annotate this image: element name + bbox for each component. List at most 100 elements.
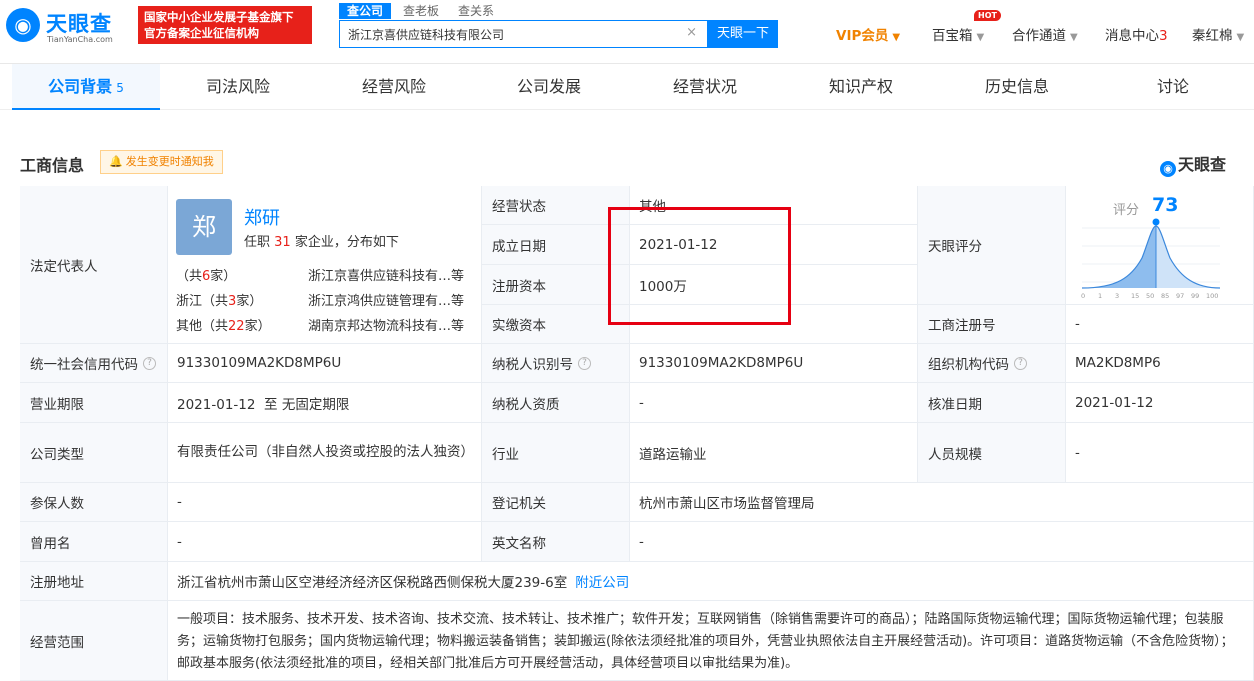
distribution-row[interactable]: 浙江（共3家） bbox=[176, 290, 262, 309]
business-scope-value: 一般项目：技术服务、技术开发、技术咨询、技术交流、技术转让、技术推广；软件开发；… bbox=[168, 601, 1254, 681]
org-code-value[interactable]: MA2KD8MP6 bbox=[1066, 344, 1254, 383]
tab-business-risk[interactable]: 经营风险 bbox=[326, 64, 462, 110]
former-name-value: - bbox=[168, 522, 482, 562]
distribution-company[interactable]: 浙江京鸿供应链管理有…等 bbox=[308, 290, 464, 309]
tick-label: 85 bbox=[1161, 292, 1169, 300]
count-suffix: 家） bbox=[236, 294, 263, 309]
highlight-annotation-box bbox=[608, 207, 791, 325]
tab-operation-status[interactable]: 经营状况 bbox=[637, 64, 773, 110]
fund-line-1: 国家中小企业发展子基金旗下 bbox=[144, 10, 294, 24]
count-suffix: 家） bbox=[244, 319, 271, 334]
tick-label: 97 bbox=[1176, 292, 1184, 300]
caret-down-icon: ▼ bbox=[1070, 32, 1078, 43]
avatar[interactable]: 郑 bbox=[176, 199, 232, 255]
authority-value: 杭州市萧山区市场监督管理局 bbox=[630, 483, 1254, 522]
taxid-value[interactable]: 91330109MA2KD8MP6U bbox=[630, 344, 918, 383]
authority-label: 登记机关 bbox=[482, 483, 630, 522]
score-cell[interactable]: 评分 73 0 1 3 15 50 85 97 99 100 bbox=[1066, 186, 1254, 305]
baibaoxiang-label: 百宝箱 bbox=[932, 28, 973, 44]
count: 22 bbox=[228, 319, 245, 334]
eye-logo-icon: ◉ bbox=[1160, 161, 1176, 177]
insured-value: - bbox=[168, 483, 482, 522]
message-label: 消息中心 bbox=[1105, 28, 1159, 44]
vip-label: VIP会员 bbox=[836, 28, 889, 44]
term-value: 2021-01-12 至 无固定期限 bbox=[168, 383, 482, 423]
message-center[interactable]: 消息中心3 bbox=[1105, 24, 1168, 44]
score-label: 天眼评分 bbox=[918, 186, 1066, 305]
cooperation-menu[interactable]: 合作通道 ▼ bbox=[1012, 24, 1078, 44]
distribution-row[interactable]: 其他（共22家） bbox=[176, 315, 271, 334]
tab-company-development[interactable]: 公司发展 bbox=[481, 64, 617, 110]
summary-prefix: 任职 bbox=[244, 235, 271, 250]
legal-rep-cell: 郑 郑研 任职 31 家企业，分布如下 （共6家） 浙江京喜供应链科技有…等 浙… bbox=[168, 186, 482, 344]
company-type-label: 公司类型 bbox=[20, 423, 168, 483]
distribution-highlight bbox=[1082, 226, 1156, 288]
company-type-value: 有限责任公司（非自然人投资或控股的法人独资） bbox=[168, 423, 482, 483]
tab-discussion[interactable]: 讨论 bbox=[1105, 64, 1241, 110]
score-distribution-chart: 0 1 3 15 50 85 97 99 100 bbox=[1081, 218, 1221, 300]
tick-label: 15 bbox=[1131, 292, 1139, 300]
region: 其他 bbox=[176, 319, 203, 334]
search-tab-company[interactable]: 查公司 bbox=[339, 3, 392, 19]
english-name-value: - bbox=[630, 522, 1254, 562]
user-name: 秦红棉 bbox=[1192, 28, 1233, 44]
tab-company-background[interactable]: 公司背景 5 bbox=[12, 64, 160, 110]
industry-label: 行业 bbox=[482, 423, 630, 483]
help-icon[interactable]: ? bbox=[143, 356, 156, 370]
vip-menu[interactable]: VIP会员 ▼ bbox=[836, 24, 900, 44]
legal-rep-label: 法定代表人 bbox=[20, 186, 168, 344]
search-input[interactable]: 浙江京喜供应链科技有限公司 × bbox=[339, 20, 708, 48]
english-name-label: 英文名称 bbox=[482, 522, 630, 562]
credit-code-value[interactable]: 91330109MA2KD8MP6U bbox=[168, 344, 482, 383]
tab-judicial-risk[interactable]: 司法风险 bbox=[170, 64, 306, 110]
score-word: 评分 bbox=[1113, 203, 1140, 218]
distribution-row[interactable]: （共6家） bbox=[176, 265, 236, 284]
tab-label: 公司背景 bbox=[48, 77, 113, 96]
search-input-value: 浙江京喜供应链科技有限公司 bbox=[348, 28, 505, 42]
hot-badge: HOT bbox=[974, 10, 1001, 21]
search-tab-relation[interactable]: 查关系 bbox=[458, 3, 494, 19]
search-button[interactable]: 天眼一下 bbox=[708, 20, 778, 48]
address-label: 注册地址 bbox=[20, 562, 168, 601]
baibaoxiang-menu[interactable]: 百宝箱 ▼ bbox=[932, 24, 984, 44]
tab-history[interactable]: 历史信息 bbox=[949, 64, 1085, 110]
distribution-company[interactable]: 浙江京喜供应链科技有…等 bbox=[308, 265, 464, 284]
reg-no-value: - bbox=[1066, 305, 1254, 344]
staff-size-label: 人员规模 bbox=[918, 423, 1066, 483]
label-text: 组织机构代码 bbox=[928, 357, 1009, 373]
count-prefix: （共 bbox=[176, 269, 203, 284]
tick-label: 0 bbox=[1081, 292, 1085, 300]
label-text: 统一社会信用代码 bbox=[30, 357, 138, 373]
logo-text: 天眼查 bbox=[46, 12, 112, 36]
tab-count: 5 bbox=[116, 81, 124, 95]
help-icon[interactable]: ? bbox=[578, 356, 591, 370]
notify-change-button[interactable]: 🔔 发生变更时通知我 bbox=[100, 150, 223, 174]
tick-label: 100 bbox=[1206, 292, 1218, 300]
tax-qualification-value: - bbox=[630, 383, 918, 423]
tick-label: 3 bbox=[1115, 292, 1119, 300]
tax-qualification-label: 纳税人资质 bbox=[482, 383, 630, 423]
notify-label: 发生变更时通知我 bbox=[125, 155, 214, 168]
clear-icon[interactable]: × bbox=[686, 25, 697, 40]
brand-text: 天眼查 bbox=[1178, 155, 1227, 174]
org-code-label: 组织机构代码? bbox=[918, 344, 1066, 383]
score-marker-pin bbox=[1152, 218, 1160, 226]
fund-badge[interactable]: 国家中小企业发展子基金旗下 官方备案企业征信机构 bbox=[138, 6, 312, 44]
caret-down-icon: ▼ bbox=[892, 32, 901, 43]
nearby-companies-link[interactable]: 附近公司 bbox=[575, 571, 629, 591]
insured-label: 参保人数 bbox=[20, 483, 168, 522]
section-title: 工商信息 bbox=[20, 156, 85, 175]
distribution-company[interactable]: 湖南京邦达物流科技有…等 bbox=[308, 315, 464, 334]
caret-down-icon: ▼ bbox=[976, 32, 985, 43]
top-bar: ◉ 天眼查 TianYanCha.com 国家中小企业发展子基金旗下 官方备案企… bbox=[0, 0, 1254, 64]
search-tab-boss[interactable]: 查老板 bbox=[403, 3, 439, 19]
user-menu[interactable]: 秦红棉 ▼ bbox=[1192, 24, 1244, 44]
brand-watermark: ◉ 天眼查 bbox=[1160, 151, 1226, 177]
help-icon[interactable]: ? bbox=[1014, 356, 1027, 370]
tianyancha-logo[interactable]: ◉ 天眼查 TianYanCha.com bbox=[6, 6, 130, 46]
legal-rep-name[interactable]: 郑研 bbox=[244, 204, 280, 230]
tab-intellectual-property[interactable]: 知识产权 bbox=[793, 64, 929, 110]
cooperation-label: 合作通道 bbox=[1012, 28, 1066, 44]
fund-line-2: 官方备案企业征信机构 bbox=[144, 26, 259, 40]
approve-date-value: 2021-01-12 bbox=[1066, 383, 1254, 423]
